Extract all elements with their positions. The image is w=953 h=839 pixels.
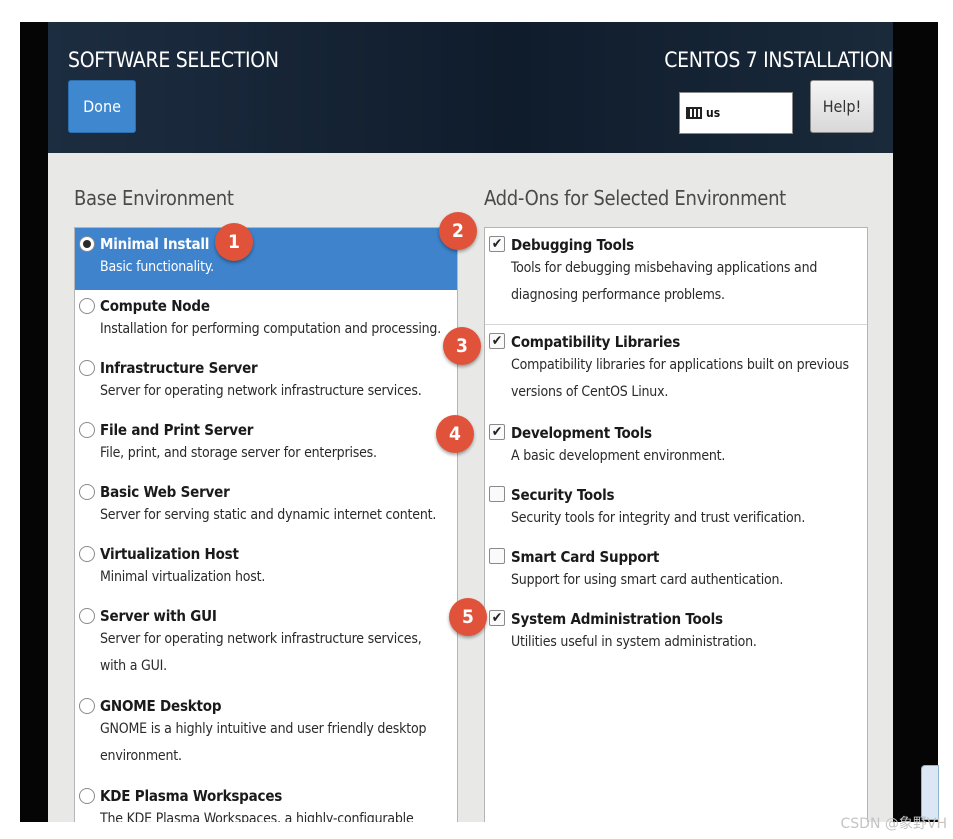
addon-desc: Security tools for integrity and trust v… <box>511 510 806 526</box>
radio-button[interactable] <box>79 298 95 314</box>
checkbox[interactable]: ✔ <box>489 333 505 349</box>
env-item-kde-plasma[interactable]: KDE Plasma Workspaces The KDE Plasma Wor… <box>75 780 457 822</box>
radio-button[interactable] <box>79 698 95 714</box>
checkbox[interactable]: ✔ <box>489 236 505 252</box>
addons-list: ✔ Debugging Tools Tools for debugging mi… <box>484 227 868 822</box>
env-item-desc: Installation for performing computation … <box>100 321 442 337</box>
keyboard-layout-label: us <box>706 106 721 120</box>
annotation-badge-3: 3 <box>443 327 481 365</box>
env-item-name: Server with GUI <box>100 607 217 625</box>
base-environment-list: Minimal Install Basic functionality. Com… <box>74 227 458 822</box>
env-item-server-with-gui[interactable]: Server with GUI Server for operating net… <box>75 600 457 690</box>
radio-button[interactable] <box>79 546 95 562</box>
addon-system-administration-tools[interactable]: ✔ System Administration Tools Utilities … <box>485 602 867 664</box>
addon-desc: Tools for debugging misbehaving applicat… <box>511 260 818 303</box>
annotation-badge-4: 4 <box>436 415 474 453</box>
installer-window: SOFTWARE SELECTION CENTOS 7 INSTALLATION… <box>20 22 938 822</box>
installer-title: CENTOS 7 INSTALLATION <box>664 48 893 72</box>
env-item-name: GNOME Desktop <box>100 697 222 715</box>
page-title: SOFTWARE SELECTION <box>68 48 279 72</box>
keyboard-layout-indicator[interactable]: us <box>679 92 793 134</box>
addon-security-tools[interactable]: Security Tools Security tools for integr… <box>485 478 867 540</box>
addon-development-tools[interactable]: ✔ Development Tools A basic development … <box>485 416 867 478</box>
right-border <box>893 22 938 822</box>
addon-smart-card-support[interactable]: Smart Card Support Support for using sma… <box>485 540 867 602</box>
addon-desc: A basic development environment. <box>511 448 726 464</box>
env-item-name: Compute Node <box>100 297 210 315</box>
env-item-gnome-desktop[interactable]: GNOME Desktop GNOME is a highly intuitiv… <box>75 690 457 780</box>
checkbox[interactable]: ✔ <box>489 610 505 626</box>
addon-name: Development Tools <box>511 424 652 442</box>
help-button[interactable]: Help! <box>810 80 874 133</box>
addon-name: Debugging Tools <box>511 236 634 254</box>
addon-name: Security Tools <box>511 486 615 504</box>
done-button[interactable]: Done <box>68 80 136 133</box>
radio-button[interactable] <box>79 360 95 376</box>
radio-button[interactable] <box>79 788 95 804</box>
env-item-desc: Server for serving static and dynamic in… <box>100 507 437 523</box>
addon-desc: Compatibility libraries for applications… <box>511 357 849 400</box>
addon-desc: Support for using smart card authenticat… <box>511 572 784 588</box>
env-item-basic-web-server[interactable]: Basic Web Server Server for serving stat… <box>75 476 457 538</box>
annotation-badge-5: 5 <box>449 598 487 636</box>
radio-button[interactable] <box>79 608 95 624</box>
env-item-desc: Basic functionality. <box>100 259 214 275</box>
env-item-desc: GNOME is a highly intuitive and user fri… <box>100 721 427 764</box>
watermark: CSDN @象野VH <box>840 816 947 832</box>
env-item-name: Virtualization Host <box>100 545 239 563</box>
checkbox[interactable]: ✔ <box>489 424 505 440</box>
checkbox[interactable] <box>489 486 505 502</box>
env-item-name: Minimal Install <box>100 235 210 253</box>
radio-button[interactable] <box>79 484 95 500</box>
annotation-badge-1: 1 <box>215 223 253 261</box>
env-item-name: Basic Web Server <box>100 483 230 501</box>
base-environment-heading: Base Environment <box>74 186 234 210</box>
addon-desc: Utilities useful in system administratio… <box>511 634 757 650</box>
env-item-desc: The KDE Plasma Workspaces, a highly-conf… <box>100 811 414 822</box>
env-item-compute-node[interactable]: Compute Node Installation for performing… <box>75 290 457 352</box>
env-item-name: File and Print Server <box>100 421 254 439</box>
addons-heading: Add-Ons for Selected Environment <box>484 186 786 210</box>
env-item-name: Infrastructure Server <box>100 359 258 377</box>
env-item-desc: File, print, and storage server for ente… <box>100 445 377 461</box>
keyboard-icon <box>686 107 702 119</box>
left-border <box>20 22 48 822</box>
addon-name: Smart Card Support <box>511 548 660 566</box>
header-bar: SOFTWARE SELECTION CENTOS 7 INSTALLATION… <box>48 22 893 153</box>
env-item-desc: Minimal virtualization host. <box>100 569 266 585</box>
radio-button[interactable] <box>79 422 95 438</box>
addon-compatibility-libraries[interactable]: ✔ Compatibility Libraries Compatibility … <box>485 324 867 416</box>
env-item-infrastructure-server[interactable]: Infrastructure Server Server for operati… <box>75 352 457 414</box>
env-item-virtualization-host[interactable]: Virtualization Host Minimal virtualizati… <box>75 538 457 600</box>
env-item-desc: Server for operating network infrastruct… <box>100 631 422 674</box>
addon-debugging-tools[interactable]: ✔ Debugging Tools Tools for debugging mi… <box>485 228 867 324</box>
addon-name: Compatibility Libraries <box>511 333 681 351</box>
addon-name: System Administration Tools <box>511 610 723 628</box>
checkbox[interactable] <box>489 548 505 564</box>
env-item-desc: Server for operating network infrastruct… <box>100 383 422 399</box>
env-item-name: KDE Plasma Workspaces <box>100 787 283 805</box>
radio-button[interactable] <box>79 236 95 252</box>
side-scroll-tab[interactable] <box>921 765 939 820</box>
annotation-badge-2: 2 <box>439 212 477 250</box>
env-item-file-print-server[interactable]: File and Print Server File, print, and s… <box>75 414 457 476</box>
env-item-minimal-install[interactable]: Minimal Install Basic functionality. <box>75 228 457 290</box>
